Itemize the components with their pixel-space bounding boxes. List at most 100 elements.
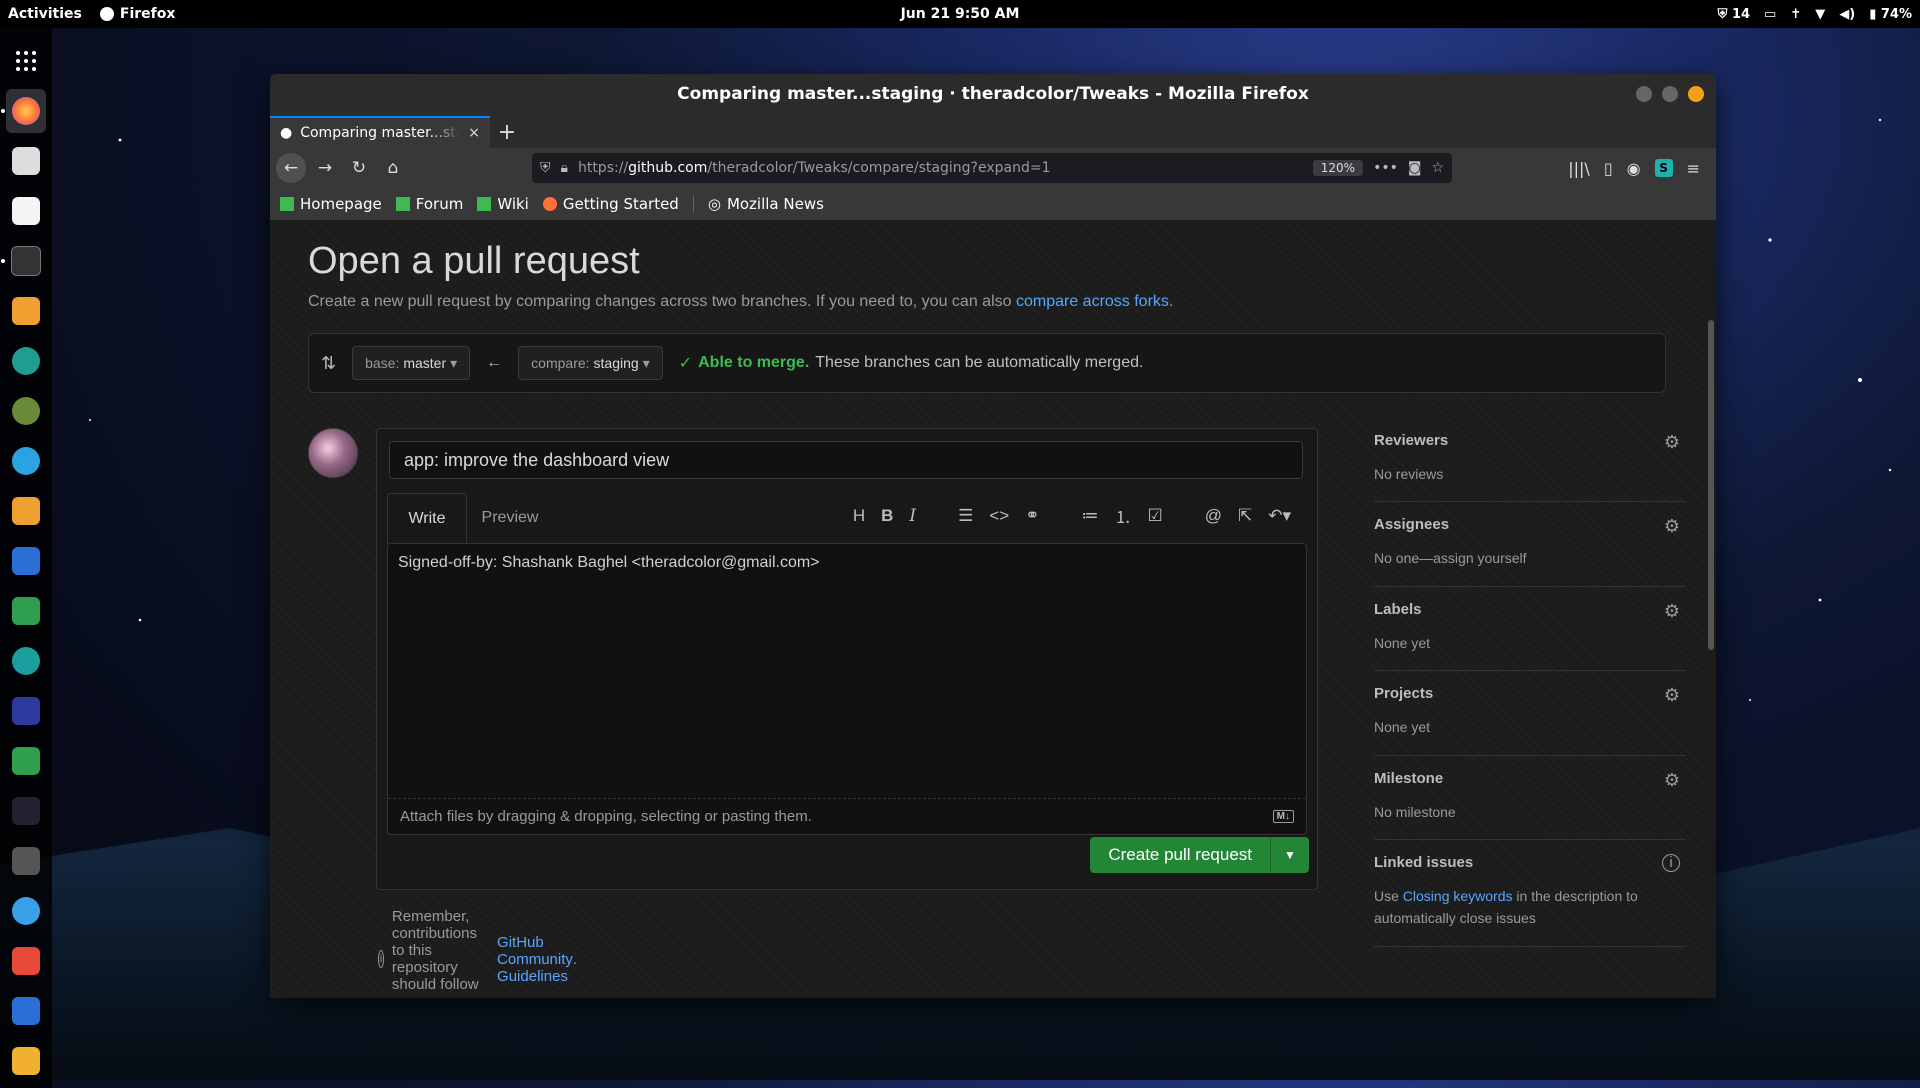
dock-camera[interactable] (6, 1039, 46, 1083)
accessibility-icon[interactable]: ✝ (1790, 7, 1801, 22)
clock[interactable]: Jun 21 9:50 AM (901, 6, 1020, 22)
sidebar-heading[interactable]: Reviewers (1374, 432, 1686, 449)
sidebar-heading[interactable]: Projects (1374, 685, 1686, 702)
maximize-button[interactable] (1662, 86, 1678, 102)
menu-icon[interactable]: ≡ (1687, 159, 1700, 178)
bulleted-list-icon[interactable]: ≔ (1081, 506, 1098, 526)
compare-across-forks-link[interactable]: compare across forks (1016, 293, 1169, 310)
mention-icon[interactable]: @ (1205, 506, 1222, 526)
sidebar-heading[interactable]: Milestone (1374, 770, 1686, 787)
home-button[interactable]: ⌂ (378, 153, 408, 183)
gear-icon[interactable]: ⚙ (1664, 685, 1680, 706)
shield-icon[interactable]: ⛨ 14 (1718, 7, 1750, 22)
bookmark-forum[interactable]: Forum (395, 195, 463, 213)
dock-monitor[interactable] (6, 589, 46, 633)
dock-calculator[interactable] (6, 839, 46, 883)
reload-button[interactable]: ↻ (344, 153, 374, 183)
create-pull-request-button[interactable]: Create pull request (1090, 837, 1271, 873)
gear-icon[interactable]: ⚙ (1664, 770, 1680, 791)
dock-weather[interactable] (6, 889, 46, 933)
extension-s-icon[interactable]: S (1654, 159, 1673, 177)
close-tab-icon[interactable]: × (468, 125, 480, 141)
window-titlebar[interactable]: Comparing master...staging · theradcolor… (270, 74, 1716, 114)
cross-reference-icon[interactable]: ⇱ (1238, 506, 1252, 526)
dock-graph[interactable] (6, 789, 46, 833)
gear-icon[interactable]: ⚙ (1664, 516, 1680, 537)
bookmark-mozilla-news[interactable]: ◎ Mozilla News (708, 195, 824, 213)
bookmark-star-icon[interactable]: ☆ (1431, 160, 1444, 176)
attach-files-bar[interactable]: Attach files by dragging & dropping, sel… (388, 798, 1306, 834)
bold-icon[interactable]: B (881, 506, 893, 526)
closing-keywords-link[interactable]: Closing keywords (1403, 888, 1513, 904)
back-button[interactable]: ← (276, 153, 306, 183)
task-list-icon[interactable]: ☑ (1147, 506, 1162, 526)
dock-firefox[interactable] (1, 89, 46, 133)
sidebar-heading[interactable]: Assignees (1374, 516, 1686, 533)
drive-icon[interactable]: ▭ (1764, 7, 1776, 22)
community-guidelines-link[interactable]: GitHub Community Guidelines (497, 934, 573, 985)
dock-brush[interactable] (6, 639, 46, 683)
minimize-button[interactable] (1636, 86, 1652, 102)
wifi-icon[interactable]: ▼ (1815, 7, 1825, 22)
pocket-icon[interactable]: ◙ (1408, 160, 1422, 176)
dock-mail[interactable] (6, 989, 46, 1033)
dock-downloader[interactable] (6, 289, 46, 333)
url-bar[interactable]: ⛨ 🔒︎ https://github.com/theradcolor/Twea… (532, 153, 1452, 183)
pr-body-textarea[interactable]: Signed-off-by: Shashank Baghel <theradco… (387, 543, 1307, 835)
dock-calendar[interactable] (6, 939, 46, 983)
scrollbar-thumb[interactable] (1708, 320, 1714, 650)
gear-icon[interactable]: ⚙ (1664, 432, 1680, 453)
volume-icon[interactable]: ◀) (1839, 7, 1855, 22)
app-grid-button[interactable] (6, 39, 46, 83)
zoom-indicator[interactable]: 120% (1312, 160, 1364, 176)
dock-text-editor[interactable] (6, 189, 46, 233)
tab-write[interactable]: Write (387, 493, 467, 544)
bookmark-getting-started[interactable]: Getting Started (542, 195, 679, 213)
numbered-list-icon[interactable]: ⒈ (1114, 503, 1131, 528)
tracking-shield-icon[interactable]: ⛨ (540, 160, 551, 176)
url-text[interactable]: https://github.com/theradcolor/Tweaks/co… (578, 160, 1303, 176)
sidebar-icon[interactable]: ▯ (1604, 159, 1613, 178)
code-icon[interactable]: <> (989, 506, 1009, 526)
base-branch-select[interactable]: base: master ▾ (352, 346, 471, 380)
compare-branch-select[interactable]: compare: staging ▾ (518, 346, 663, 380)
dock-dots[interactable] (6, 689, 46, 733)
italic-icon[interactable]: I (909, 506, 916, 526)
tab-preview[interactable]: Preview (471, 493, 549, 543)
lock-icon[interactable]: 🔒︎ (561, 160, 568, 176)
new-tab-button[interactable]: + (490, 116, 524, 148)
dock-extensions[interactable] (6, 739, 46, 783)
sidebar-value[interactable]: No one—assign yourself (1374, 547, 1686, 569)
dock-telegram[interactable] (6, 439, 46, 483)
close-button[interactable] (1688, 86, 1704, 102)
pr-title-input[interactable]: app: improve the dashboard view (389, 441, 1303, 479)
bookmark-wiki[interactable]: Wiki (477, 195, 529, 213)
quote-icon[interactable]: ☰ (958, 506, 973, 526)
create-pr-dropdown-button[interactable]: ▼ (1271, 837, 1309, 873)
link-icon[interactable]: ⚭ (1025, 506, 1039, 526)
page-scrollbar[interactable] (1706, 220, 1716, 998)
account-icon[interactable]: ◉ (1627, 159, 1641, 178)
heading-icon[interactable]: H (853, 506, 865, 526)
dock-download[interactable] (6, 489, 46, 533)
reply-icon[interactable]: ↶▾ (1268, 506, 1291, 526)
library-icon[interactable]: |||\ (1568, 159, 1590, 178)
sidebar-heading[interactable]: Labels (1374, 601, 1686, 618)
tab-compare[interactable]: ● Comparing master...staging × (270, 116, 490, 148)
dock-files[interactable] (6, 139, 46, 183)
forward-button[interactable]: → (310, 153, 340, 183)
dock-docs[interactable] (6, 539, 46, 583)
page-actions-icon[interactable]: ••• (1373, 160, 1398, 176)
docs-icon (12, 547, 40, 575)
markdown-icon[interactable]: M↓ (1272, 810, 1294, 823)
battery-indicator[interactable]: ▮ 74% (1869, 7, 1912, 22)
dock-gimp[interactable] (6, 389, 46, 433)
sidebar-labels: Labels ⚙ None yet (1374, 587, 1686, 672)
github-green-icon (395, 197, 410, 211)
avatar[interactable] (308, 428, 358, 478)
gear-icon[interactable]: ⚙ (1664, 601, 1680, 622)
info-icon[interactable]: i (1662, 853, 1680, 872)
dock-settings[interactable] (6, 339, 46, 383)
dock-terminal[interactable] (1, 239, 46, 283)
bookmark-homepage[interactable]: Homepage (280, 195, 382, 213)
